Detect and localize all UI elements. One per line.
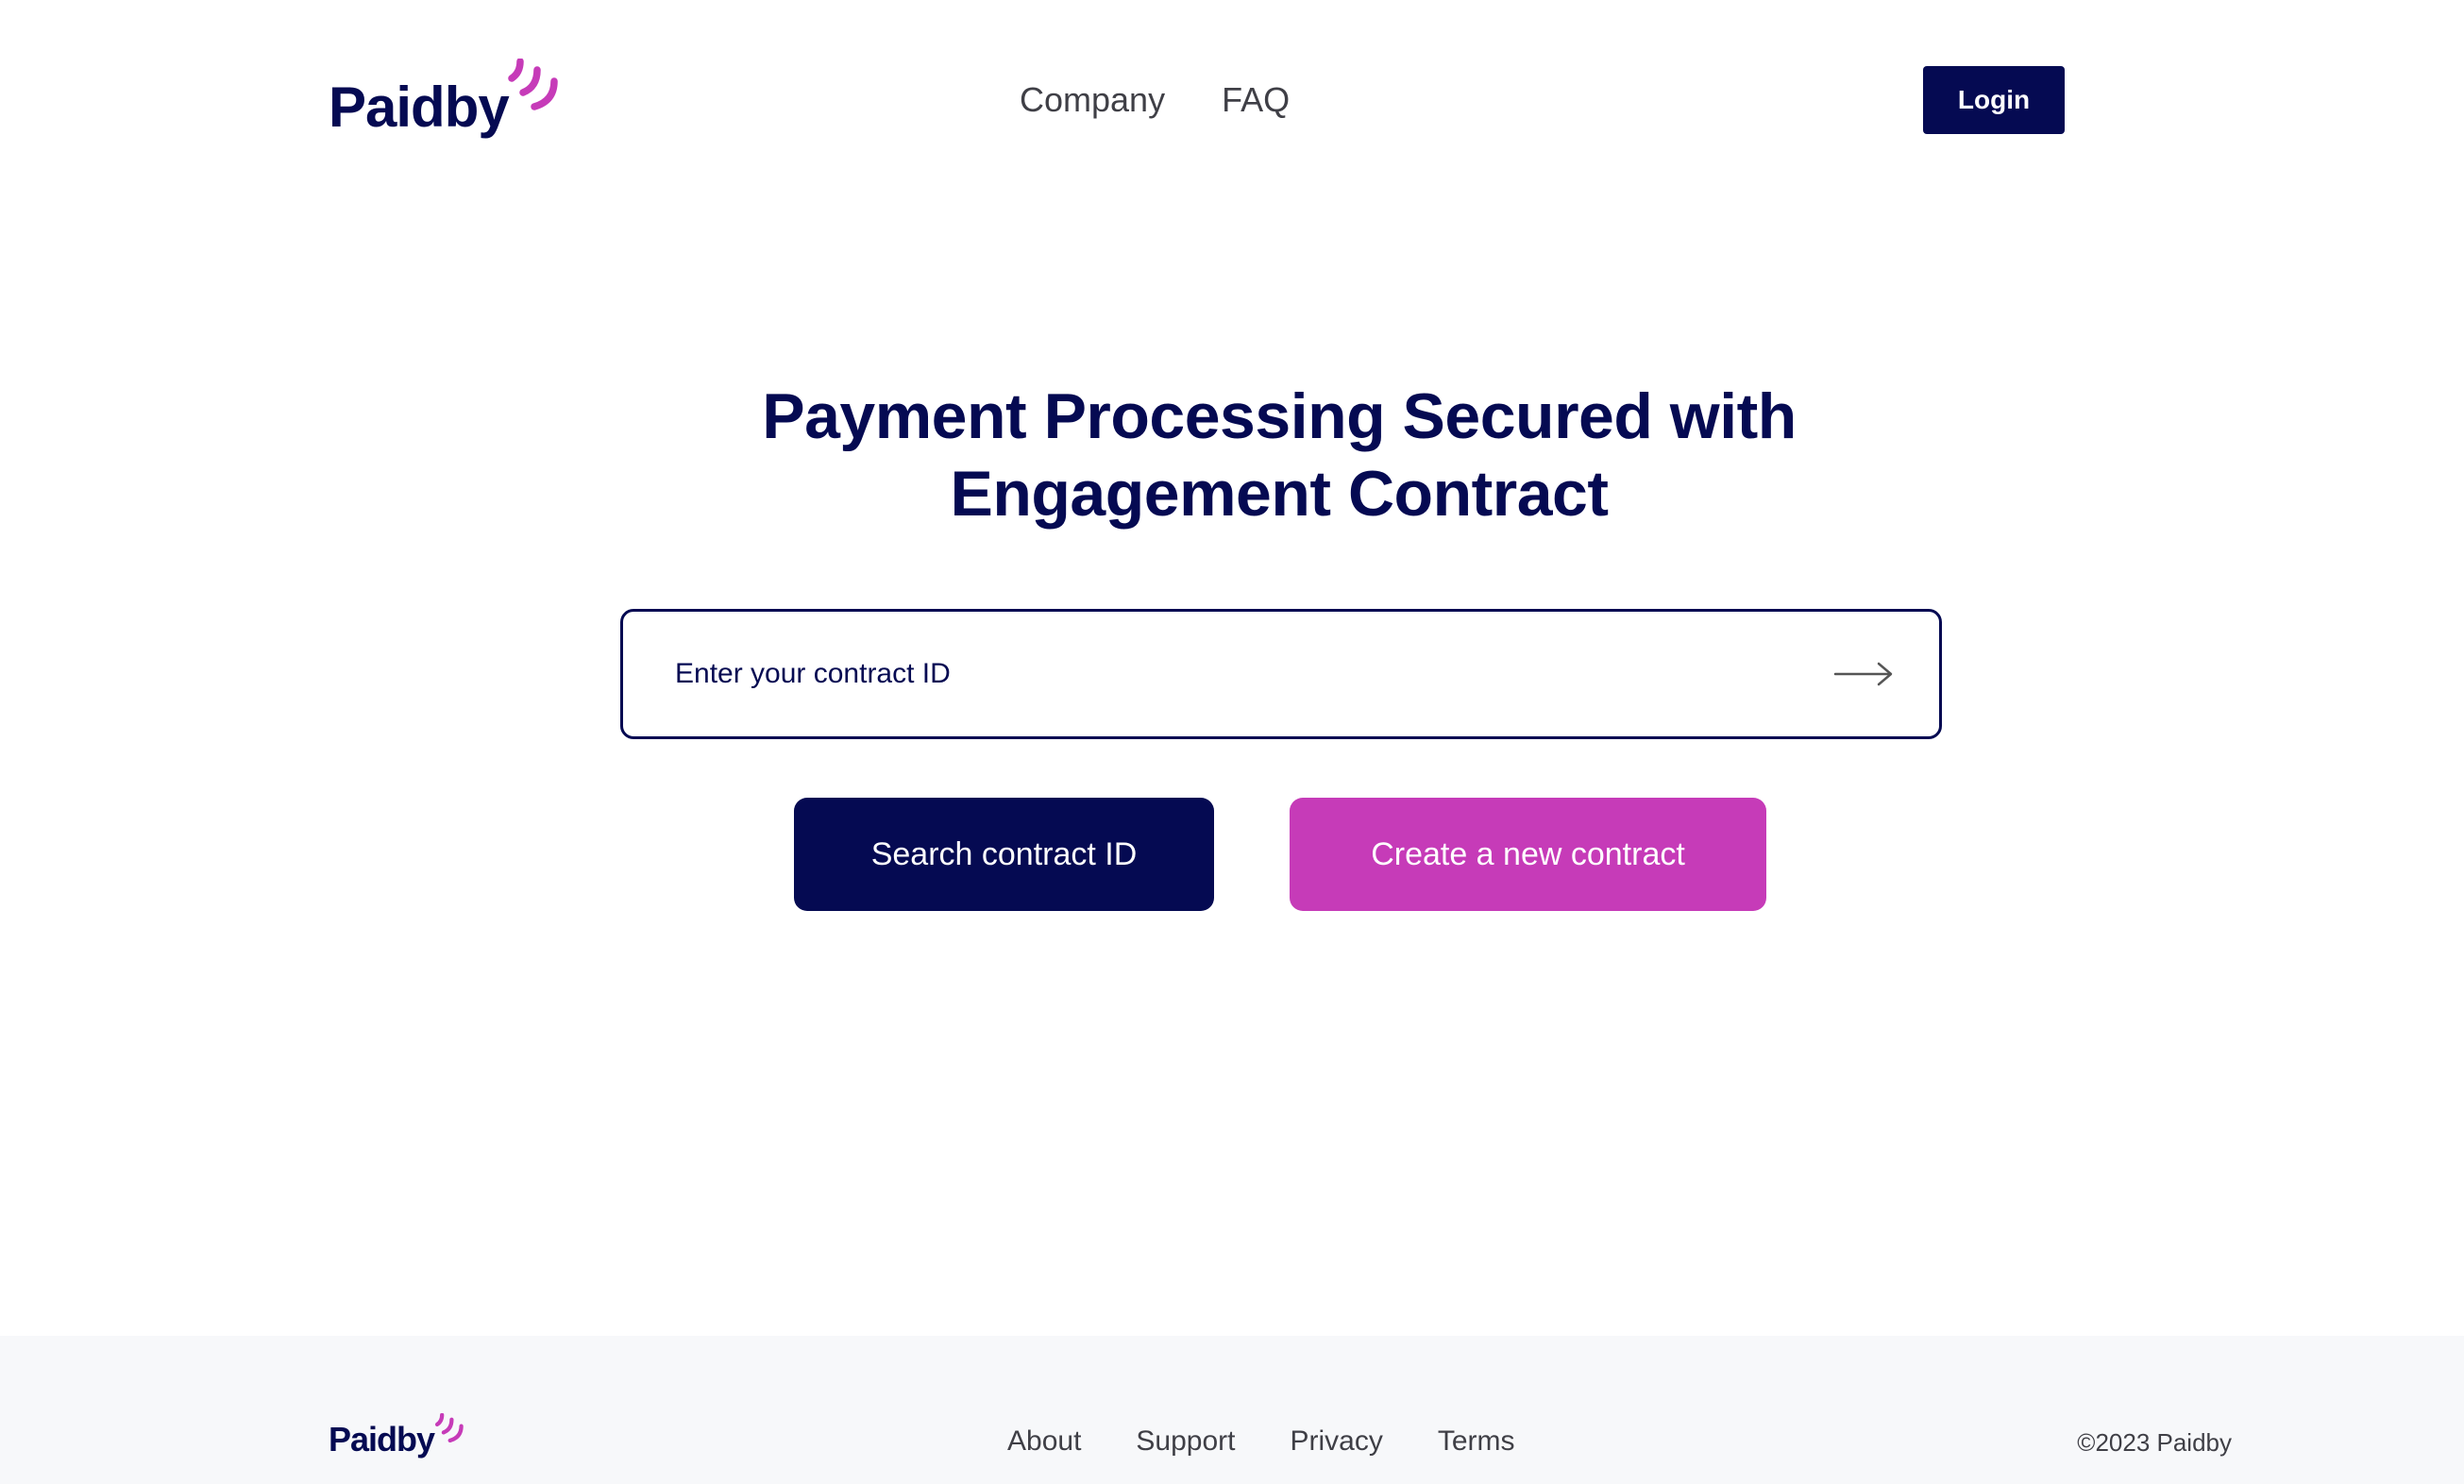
signal-waves-icon	[435, 1413, 464, 1443]
footer: Paidby About Support Privacy Terms ©2023…	[0, 1336, 2464, 1484]
login-button[interactable]: Login	[1923, 66, 2065, 134]
header-logo[interactable]: Paidby	[329, 59, 560, 136]
copyright-text: ©2023 Paidby	[2077, 1428, 2232, 1457]
footer-brand-name: Paidby	[329, 1420, 435, 1459]
contract-id-input[interactable]	[675, 658, 1831, 690]
hero-title: Payment Processing Secured with Engageme…	[477, 378, 2082, 532]
footer-privacy-link[interactable]: Privacy	[1290, 1423, 1382, 1460]
arrow-right-icon	[1833, 662, 1893, 686]
search-contract-button[interactable]: Search contract ID	[794, 798, 1214, 911]
submit-arrow-button[interactable]	[1831, 655, 1897, 693]
page: Paidby Company FAQ Login Payment Process…	[0, 0, 2464, 1484]
footer-logo[interactable]: Paidby	[329, 1413, 464, 1457]
signal-waves-icon	[507, 59, 558, 110]
hero-title-line-1: Payment Processing Secured with	[762, 380, 1797, 452]
footer-support-link[interactable]: Support	[1136, 1423, 1235, 1460]
footer-terms-link[interactable]: Terms	[1438, 1423, 1515, 1460]
nav-faq-link[interactable]: FAQ	[1222, 77, 1290, 123]
contract-id-field	[620, 609, 1942, 739]
create-contract-button[interactable]: Create a new contract	[1290, 798, 1766, 911]
hero-title-line-2: Engagement Contract	[950, 458, 1609, 530]
footer-nav: About Support Privacy Terms	[1007, 1423, 1515, 1460]
brand-name: Paidby	[329, 76, 510, 139]
footer-about-link[interactable]: About	[1007, 1423, 1081, 1460]
main-nav: Company FAQ	[1020, 77, 1290, 123]
nav-company-link[interactable]: Company	[1020, 77, 1165, 123]
